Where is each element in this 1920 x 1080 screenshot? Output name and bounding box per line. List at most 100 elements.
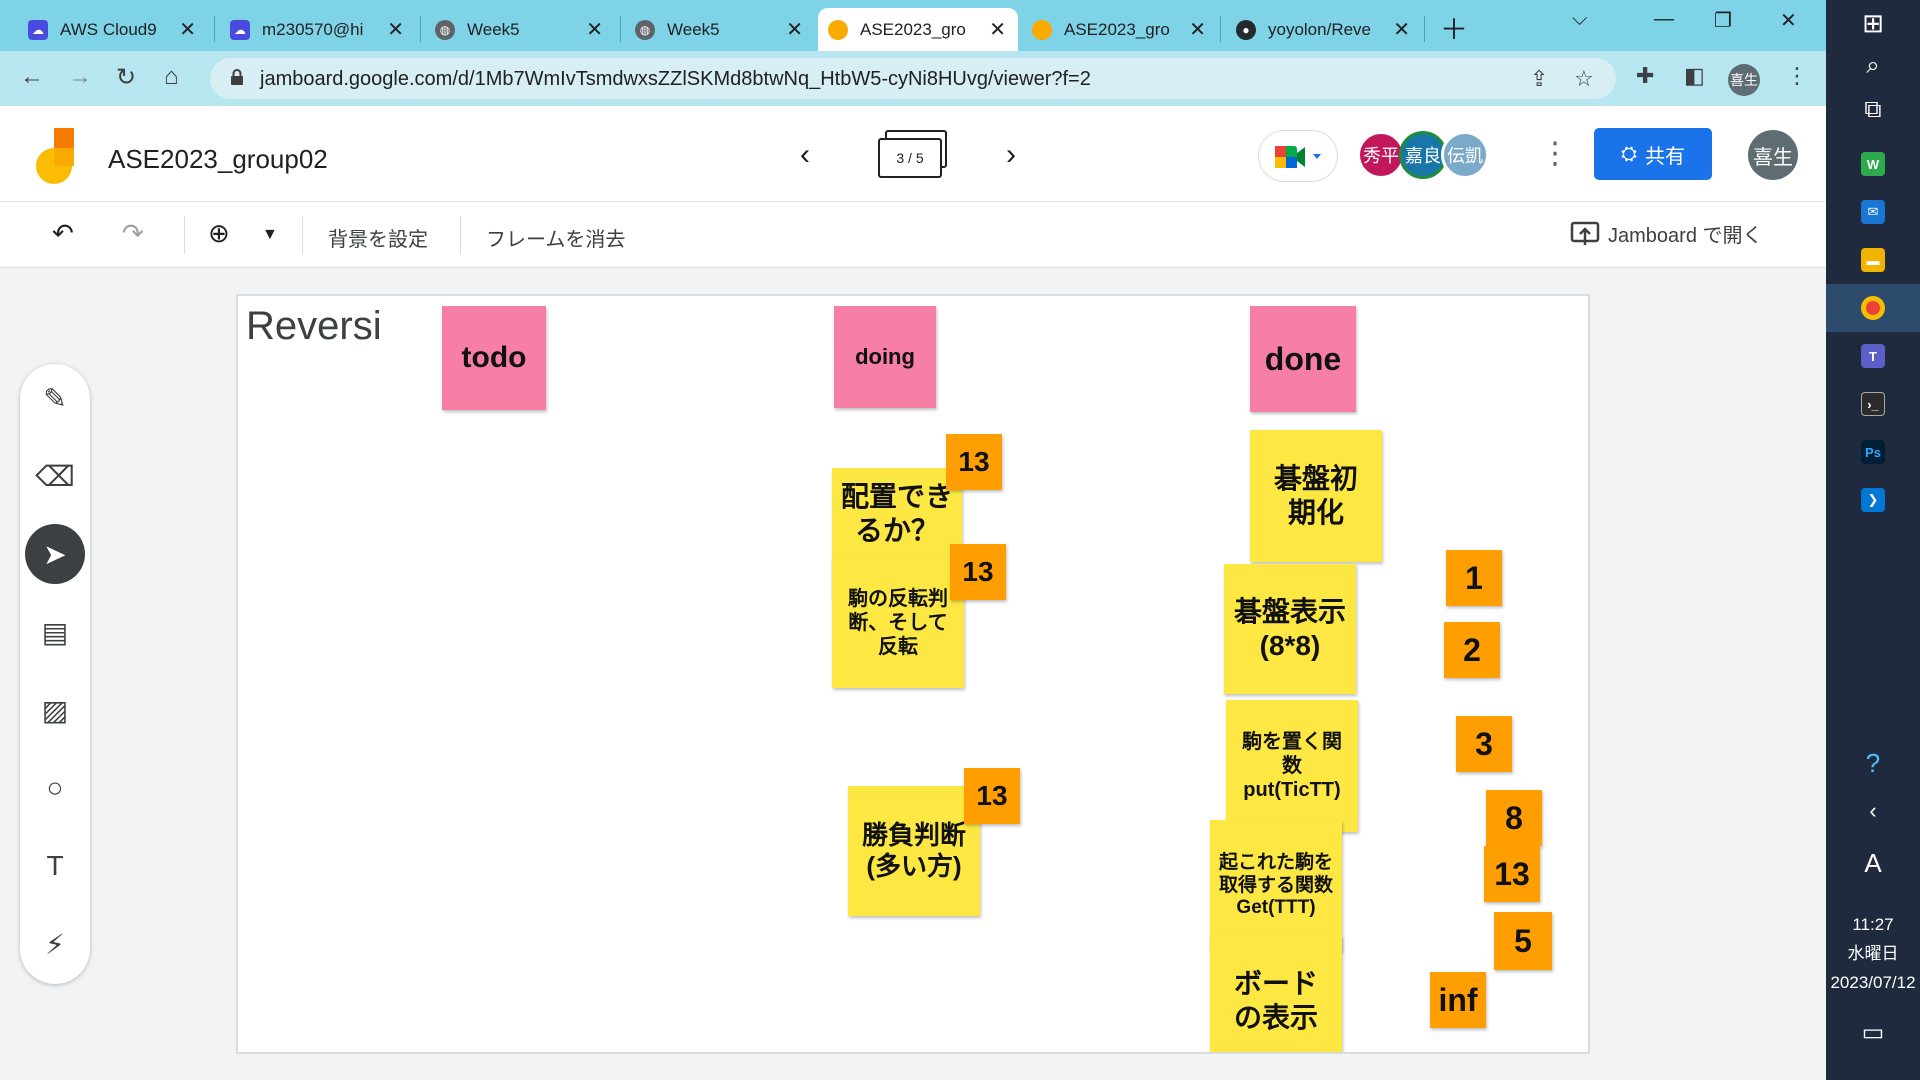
ime-indicator[interactable]: A xyxy=(1826,848,1920,879)
minimize-icon[interactable]: — xyxy=(1654,8,1674,31)
taskbar-app-mail[interactable]: ✉ xyxy=(1826,188,1920,236)
shape-tool-icon[interactable]: ○ xyxy=(25,758,85,818)
zoom-icon[interactable]: ⊕ xyxy=(208,218,230,249)
taskbar-app-photoshop[interactable]: Ps xyxy=(1826,428,1920,476)
frame-title-text[interactable]: Reversi xyxy=(246,304,382,349)
share-page-icon[interactable]: ⇪ xyxy=(1530,66,1548,92)
zoom-dropdown-icon[interactable]: ▼ xyxy=(262,226,278,244)
extensions-icon[interactable]: ✚ xyxy=(1636,63,1654,89)
new-tab-button[interactable]: ＋ xyxy=(1440,8,1468,48)
estimate-note-2[interactable]: 2 xyxy=(1444,622,1500,678)
tray-chevron-icon[interactable]: ‹ xyxy=(1826,798,1920,824)
forward-icon[interactable]: → xyxy=(68,63,92,91)
collaborator-avatar-2[interactable]: 嘉良 xyxy=(1399,131,1447,179)
tab-week5-1[interactable]: ◍ Week5 ✕ xyxy=(425,8,615,51)
user-avatar[interactable]: 喜生 xyxy=(1748,130,1798,180)
windows-start-icon[interactable]: ⊞ xyxy=(1826,8,1920,39)
image-tool-icon[interactable]: ▨ xyxy=(25,680,85,740)
estimate-note-flip[interactable]: 13 xyxy=(950,544,1006,600)
estimate-note-13[interactable]: 13 xyxy=(1484,846,1540,902)
jamboard-icon xyxy=(828,19,848,40)
done-note-put[interactable]: 駒を置く関数put(TicTT) xyxy=(1226,700,1358,832)
sticky-note-tool-icon[interactable]: ▤ xyxy=(25,602,85,662)
close-tab-icon[interactable]: ✕ xyxy=(989,17,1006,42)
redo-icon[interactable]: ↷ xyxy=(122,218,144,249)
tab-aws-cloud9[interactable]: ☁ AWS Cloud9 ✕ xyxy=(18,8,208,51)
home-icon[interactable]: ⌂ xyxy=(164,63,179,91)
taskbar-clock[interactable]: 11:27 水曜日 2023/07/12 xyxy=(1826,910,1920,997)
open-in-jamboard-button[interactable]: Jamboard で開く xyxy=(1570,219,1763,248)
close-tab-icon[interactable]: ✕ xyxy=(179,17,196,42)
github-icon: ● xyxy=(1236,19,1256,40)
chrome-menu-icon[interactable]: ⋮ xyxy=(1786,63,1808,89)
clear-frame-button[interactable]: フレームを消去 xyxy=(486,223,625,252)
tab-github[interactable]: ● yoyolon/Reve ✕ xyxy=(1226,8,1422,51)
close-tab-icon[interactable]: ✕ xyxy=(1393,17,1410,42)
estimate-note-8[interactable]: 8 xyxy=(1486,790,1542,846)
close-window-icon[interactable]: ✕ xyxy=(1780,8,1797,33)
board-title[interactable]: ASE2023_group02 xyxy=(108,144,328,175)
select-tool-icon[interactable]: ➤ xyxy=(25,524,85,584)
pen-tool-icon[interactable]: ✎ xyxy=(25,368,85,428)
taskbar-app-vscode[interactable]: ❯ xyxy=(1826,476,1920,524)
open-app-icon xyxy=(1570,221,1600,245)
done-note-display[interactable]: 碁盤表示(8*8) xyxy=(1224,564,1356,694)
close-tab-icon[interactable]: ✕ xyxy=(786,17,803,42)
done-note-get[interactable]: 起これた駒を取得する関数Get(TTT) xyxy=(1210,820,1342,952)
done-header-note[interactable]: done xyxy=(1250,306,1356,412)
estimate-note-5[interactable]: 5 xyxy=(1494,912,1552,970)
todo-header-note[interactable]: todo xyxy=(442,306,546,410)
task-note-winner[interactable]: 勝負判断(多い方) xyxy=(848,786,980,916)
undo-icon[interactable]: ↶ xyxy=(52,218,74,249)
more-options-icon[interactable]: ⋮ xyxy=(1540,136,1570,171)
doing-header-note[interactable]: doing xyxy=(834,306,936,408)
tab-ase2023-2[interactable]: ASE2023_gro ✕ xyxy=(1022,8,1218,51)
estimate-note-winner[interactable]: 13 xyxy=(964,768,1020,824)
jamboard-toolbar: ↶ ↷ ⊕ ▼ 背景を設定 フレームを消去 Jamboard で開く xyxy=(0,202,1826,268)
side-panel-icon[interactable]: ◧ xyxy=(1684,63,1705,89)
whiteboard-frame[interactable]: Reversi todo doing done 配置できるか？ 13 駒の反転判… xyxy=(236,294,1590,1054)
tab-search-chevron-icon[interactable]: ⌵ xyxy=(1572,8,1587,31)
back-icon[interactable]: ← xyxy=(20,63,44,91)
laser-tool-icon[interactable]: ⚡ xyxy=(25,914,85,974)
taskbar-app-chrome[interactable] xyxy=(1826,284,1920,332)
tab-ase2023-active[interactable]: ASE2023_gro ✕ xyxy=(818,8,1018,51)
task-view-icon[interactable]: ⧉ xyxy=(1826,96,1920,124)
restore-icon[interactable]: ❐ xyxy=(1714,8,1732,33)
taskbar-app-terminal[interactable]: ›_ xyxy=(1826,380,1920,428)
collaborator-avatar-1[interactable]: 秀平 xyxy=(1357,131,1405,179)
browser-profile-avatar[interactable]: 喜生 xyxy=(1728,64,1760,96)
reload-icon[interactable]: ↻ xyxy=(116,63,136,92)
address-bar[interactable]: jamboard.google.com/d/1Mb7WmIvTsmdwxsZZl… xyxy=(210,58,1616,99)
done-note-init[interactable]: 碁盤初期化 xyxy=(1250,430,1382,562)
tab-week5-2[interactable]: ◍ Week5 ✕ xyxy=(625,8,815,51)
meet-icon xyxy=(1275,146,1321,168)
taskbar-app-explorer[interactable]: ▬ xyxy=(1826,236,1920,284)
close-tab-icon[interactable]: ✕ xyxy=(387,17,404,42)
tab-m230570[interactable]: ☁ m230570@hi ✕ xyxy=(220,8,416,51)
frame-indicator[interactable]: 3 / 5 xyxy=(878,138,942,178)
notifications-icon[interactable]: ▭ xyxy=(1826,1018,1920,1047)
estimate-note-placeable[interactable]: 13 xyxy=(946,434,1002,490)
meet-button[interactable] xyxy=(1258,130,1338,182)
prev-frame-icon[interactable]: ‹ xyxy=(800,138,810,172)
bookmark-star-icon[interactable]: ☆ xyxy=(1574,66,1594,92)
collaborator-avatar-3[interactable]: 伝凱 xyxy=(1441,131,1489,179)
next-frame-icon[interactable]: › xyxy=(1006,138,1016,172)
search-icon[interactable]: ⌕ xyxy=(1826,52,1920,80)
help-icon[interactable]: ? xyxy=(1826,748,1920,779)
jamboard-icon xyxy=(1032,19,1052,40)
close-tab-icon[interactable]: ✕ xyxy=(586,17,603,42)
text-box-tool-icon[interactable]: T xyxy=(25,836,85,896)
estimate-note-1[interactable]: 1 xyxy=(1446,550,1502,606)
estimate-note-3[interactable]: 3 xyxy=(1456,716,1512,772)
close-tab-icon[interactable]: ✕ xyxy=(1189,17,1206,42)
taskbar-app-word[interactable]: W xyxy=(1826,140,1920,188)
eraser-tool-icon[interactable]: ⌫ xyxy=(25,446,85,506)
task-note-flip[interactable]: 駒の反転判断、そして反転 xyxy=(832,558,964,688)
estimate-note-inf[interactable]: inf xyxy=(1430,972,1486,1028)
taskbar-app-teams[interactable]: T xyxy=(1826,332,1920,380)
set-background-button[interactable]: 背景を設定 xyxy=(328,223,428,252)
share-button[interactable]: ⛭ 共有 xyxy=(1594,128,1712,180)
done-note-board[interactable]: ボードの表示 xyxy=(1210,936,1342,1052)
